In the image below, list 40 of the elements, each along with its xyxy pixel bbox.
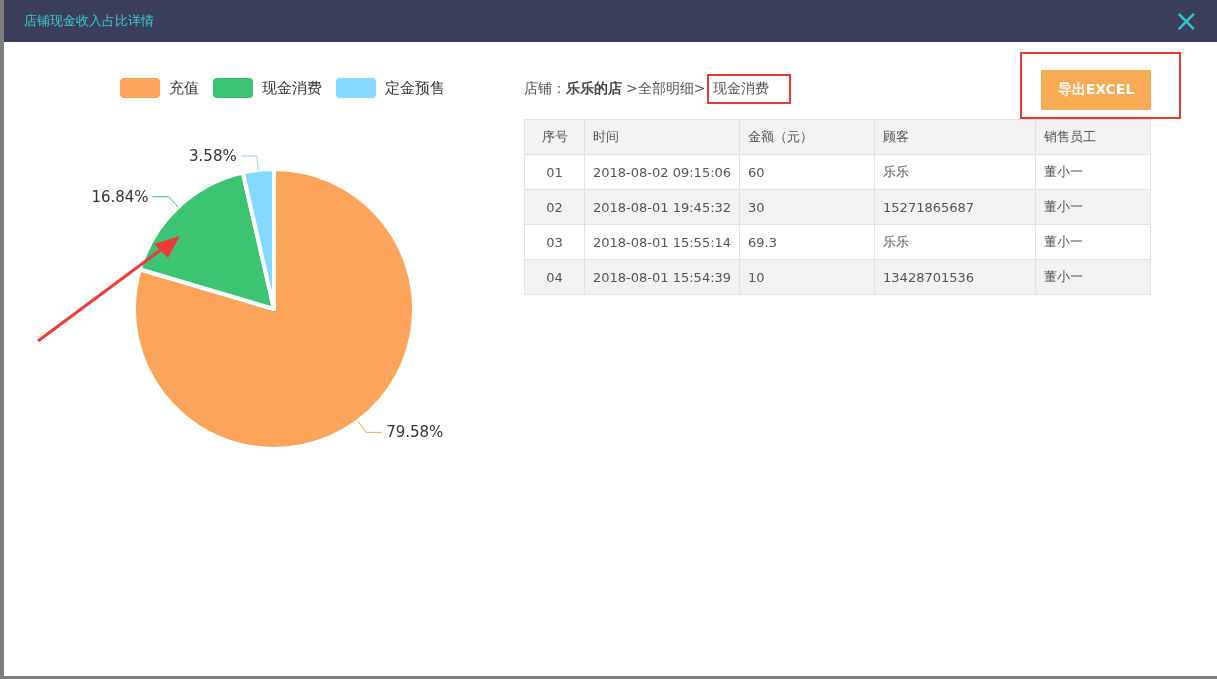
table-cell: 董小一 <box>1035 154 1151 190</box>
table-cell: 董小一 <box>1035 259 1151 295</box>
table-cell: 69.3 <box>739 224 875 260</box>
store-name: 乐乐的店 <box>566 80 622 98</box>
column-header: 顾客 <box>874 119 1036 155</box>
window-title: 店铺现金收入占比详情 <box>24 12 154 30</box>
table-cell: 02 <box>524 189 585 225</box>
store-label: 店铺： <box>524 80 566 98</box>
column-header: 金额（元） <box>739 119 875 155</box>
table-cell: 2018-08-02 09:15:06 <box>584 154 740 190</box>
slice-label: 16.84% <box>91 187 149 206</box>
table-cell: 15271865687 <box>874 189 1036 225</box>
table-cell: 2018-08-01 19:45:32 <box>584 189 740 225</box>
table-cell: 30 <box>739 189 875 225</box>
table-cell: 01 <box>524 154 585 190</box>
breadcrumb-current: 现金消费 <box>707 74 792 104</box>
table-cell: 13428701536 <box>874 259 1036 295</box>
legend-label[interactable]: 定金预售 <box>384 78 445 98</box>
slice-label: 3.58% <box>189 146 237 165</box>
table-cell: 乐乐 <box>874 224 1036 260</box>
slice-label: 79.58% <box>386 423 444 442</box>
table-cell: 2018-08-01 15:55:14 <box>584 224 740 260</box>
table-cell: 董小一 <box>1035 189 1151 225</box>
column-header: 序号 <box>524 119 585 155</box>
table-cell: 乐乐 <box>874 154 1036 190</box>
legend-label[interactable]: 充值 <box>168 78 199 98</box>
table-cell: 03 <box>524 224 585 260</box>
table-cell: 60 <box>739 154 875 190</box>
table-cell: 04 <box>524 259 585 295</box>
leader-line <box>240 155 259 171</box>
table-cell: 董小一 <box>1035 224 1151 260</box>
leader-line <box>152 196 179 208</box>
table-cell: 2018-08-01 15:54:39 <box>584 259 740 295</box>
table-cell: 10 <box>739 259 875 295</box>
column-header: 销售员工 <box>1035 119 1151 155</box>
close-button[interactable]: × <box>1169 6 1203 36</box>
legend-label[interactable]: 现金消费 <box>261 78 322 98</box>
leader-line <box>357 420 383 433</box>
breadcrumb-link[interactable]: >全部明细> <box>626 80 706 98</box>
column-header: 时间 <box>584 119 740 155</box>
